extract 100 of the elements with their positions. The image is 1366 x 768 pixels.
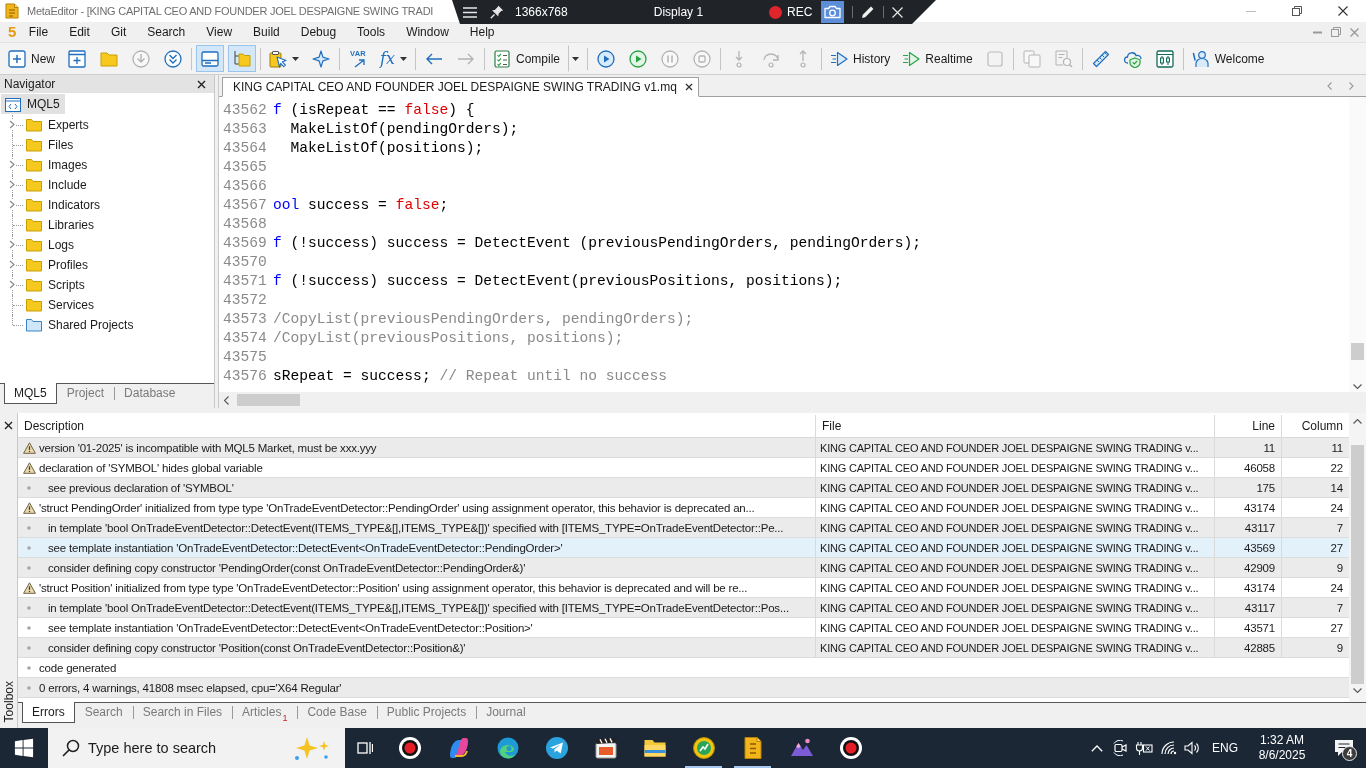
panel-tab[interactable]: Project xyxy=(56,383,115,404)
message-row[interactable]: see template instantiation 'OnTradeEventDetector::DetectEvent<OnTradeEventDetector::PendingOrder>' KING CAPITAL CEO AND FOUNDER JOEL DESPAIGNE SWING TRADING v... 43569 27 xyxy=(18,538,1349,558)
column-header[interactable]: Description xyxy=(18,415,815,437)
battery-plug-icon[interactable] xyxy=(1135,741,1154,755)
toolbar-button[interactable]: History xyxy=(826,45,895,72)
message-row[interactable]: see previous declaration of 'SYMBOL' KING CAPITAL CEO AND FOUNDER JOEL DESPAIGNE SWING TRADING v... 175 14 xyxy=(18,478,1349,498)
table-cell: 11 xyxy=(1214,438,1281,457)
tree-item[interactable]: Images xyxy=(22,154,93,175)
tree-item[interactable]: Experts xyxy=(22,114,94,135)
message-row[interactable] xyxy=(18,598,1349,618)
panel-tab[interactable]: Database xyxy=(114,383,186,404)
column-header[interactable]: Line xyxy=(1214,415,1281,437)
camera-icon[interactable] xyxy=(821,1,845,23)
wifi-icon[interactable] xyxy=(1161,741,1177,755)
scrollbar[interactable] xyxy=(1349,97,1366,392)
menu-item[interactable]: Window xyxy=(395,22,460,42)
message-row[interactable]: version '01-2025' is incompatible with MQL5 Market, must be xxx.yyy KING CAPITAL CEO AND FOUNDER JOEL DESPAIGNE SWING TRADING v... 11 11 xyxy=(18,438,1349,458)
tree-item[interactable]: Indicators xyxy=(22,194,106,215)
scrollbar-thumb[interactable] xyxy=(237,394,300,406)
message-row[interactable]: see template instantiation 'OnTradeEventDetector::DetectEvent<OnTradeEventDetector::Position>' KING CAPITAL CEO AND FOUNDER JOEL DESPAIGNE SWING TRADING v... 43571 27 xyxy=(18,618,1349,638)
menu-item[interactable]: Edit xyxy=(58,22,101,42)
chevron-right-icon[interactable] xyxy=(9,119,15,129)
folder-icon xyxy=(26,277,42,292)
message-row[interactable]: consider defining copy constructor 'Position(const OnTradeEventDetector::Position&)' KING CAPITAL CEO AND FOUNDER JOEL DESPAIGNE SWING TRADING v... 42885 9 xyxy=(18,638,1349,658)
close-icon[interactable] xyxy=(1338,6,1348,16)
swirl-logo-icon xyxy=(495,736,520,760)
message-row[interactable]: 0 errors, 4 warnings, 41808 msec elapsed, cpu='X64 Regular' xyxy=(18,678,1349,698)
line-number: 43573 xyxy=(222,310,268,327)
message-text: see previous declaration of 'SYMBOL' xyxy=(48,481,234,494)
close-icon[interactable] xyxy=(684,83,693,91)
message-row[interactable]: declaration of 'SYMBOL' hides global variable KING CAPITAL CEO AND FOUNDER JOEL DESPAIGNE SWING TRADING v... 46058 22 xyxy=(18,458,1349,478)
tree-item[interactable]: Include xyxy=(22,174,92,195)
table-cell: KING CAPITAL CEO AND FOUNDER JOEL DESPAIGNE SWING TRADING v... xyxy=(815,518,1214,537)
toolbar-button[interactable] xyxy=(196,45,224,72)
code-line: MakeListOf(positions); xyxy=(289,139,484,156)
restore-icon[interactable] xyxy=(1292,6,1302,16)
panel-tab[interactable]: Public Projects xyxy=(376,702,477,723)
pencil-icon[interactable] xyxy=(861,5,876,19)
menu-item[interactable]: Tools xyxy=(346,22,396,42)
webcam-icon[interactable] xyxy=(1112,740,1129,756)
date-text[interactable]: 8/6/2025 xyxy=(1258,748,1306,763)
chevron-down-icon[interactable] xyxy=(1353,384,1362,389)
chevron-up-icon[interactable] xyxy=(1353,419,1362,424)
toolbar-button[interactable]: fx xyxy=(376,45,411,72)
panel-tab[interactable]: Search in Files xyxy=(132,702,233,723)
scrollbar-thumb[interactable] xyxy=(1351,343,1364,360)
search-field[interactable]: Type here to search xyxy=(48,728,345,768)
tree-item[interactable]: MQL5 xyxy=(1,94,65,114)
menu-item[interactable]: Search xyxy=(136,22,196,42)
message-row[interactable]: consider defining copy constructor 'PendingOrder(const OnTradeEventDetector::PendingOrder&)' KING CAPITAL CEO AND FOUNDER JOEL DESPAIGNE SWING TRADING v... 42909 9 xyxy=(18,558,1349,578)
tree-item[interactable]: Logs xyxy=(22,234,80,255)
task-view-icon[interactable] xyxy=(357,740,373,756)
tree-item[interactable]: Profiles xyxy=(22,254,93,275)
chevron-right-icon[interactable] xyxy=(9,279,15,289)
message-row[interactable] xyxy=(18,518,1349,538)
message-row[interactable] xyxy=(18,578,1349,598)
chevron-right-icon[interactable] xyxy=(9,179,15,189)
tree-item[interactable]: Files xyxy=(22,134,79,155)
menu-item[interactable]: File xyxy=(18,22,59,42)
message-row[interactable] xyxy=(18,498,1349,518)
volume-icon[interactable] xyxy=(1184,741,1201,755)
pin-icon[interactable] xyxy=(490,5,504,19)
toolbar-button[interactable]: Compile xyxy=(488,45,564,72)
tree-item[interactable]: Services xyxy=(22,294,99,315)
menu-item[interactable]: Debug xyxy=(290,22,347,42)
toolbar-button[interactable]: Realtime xyxy=(898,45,977,72)
menu-icon[interactable] xyxy=(463,6,477,18)
menu-item[interactable]: Build xyxy=(242,22,291,42)
panel-tab[interactable]: Journal xyxy=(476,702,536,723)
tree-item[interactable]: Libraries xyxy=(22,214,100,235)
language-indicator[interactable]: ENG xyxy=(1212,741,1238,755)
close-icon[interactable] xyxy=(197,79,206,89)
scrollbar[interactable] xyxy=(219,392,1366,408)
menu-item[interactable]: View xyxy=(195,22,243,42)
panel-tab[interactable]: Search xyxy=(74,702,133,723)
column-header[interactable]: File xyxy=(815,415,1214,437)
chevron-right-icon[interactable] xyxy=(9,199,15,209)
toolbar-button[interactable]: New xyxy=(4,45,59,72)
panel-tab[interactable]: Articles$_{1}$ xyxy=(232,702,298,723)
panel-tab[interactable]: Errors xyxy=(22,702,75,723)
menu-item[interactable]: Help xyxy=(459,22,505,42)
toolbar-button[interactable]: Welcome xyxy=(1187,45,1269,72)
tree-item[interactable]: Scripts xyxy=(22,274,90,295)
scrollbar-thumb[interactable] xyxy=(1351,445,1364,684)
tree-item[interactable]: Shared Projects xyxy=(22,314,139,335)
chevron-down-icon[interactable] xyxy=(1353,688,1362,693)
document-tab[interactable]: KING CAPITAL CEO AND FOUNDER JOEL DESPAIGNE SWING TRADING v1.mq xyxy=(222,77,699,97)
chevron-left-icon[interactable] xyxy=(224,395,229,405)
panel-tab[interactable]: Code Base xyxy=(297,702,377,723)
menu-item[interactable]: Git xyxy=(100,22,137,42)
message-text: version '01-2025' is incompatible with MQL5 Market, must be xxx.yyy xyxy=(39,441,377,454)
time-text[interactable]: 1:32 AM xyxy=(1260,733,1304,748)
chevron-right-icon[interactable] xyxy=(9,239,15,249)
scrollbar[interactable] xyxy=(1349,413,1366,702)
start-icon[interactable] xyxy=(14,738,34,758)
close-icon[interactable] xyxy=(4,421,13,430)
panel-tab[interactable]: MQL5 xyxy=(4,383,57,404)
chevron-right-icon[interactable] xyxy=(9,259,15,269)
display-label[interactable]: Display 1 xyxy=(653,5,704,19)
chevron-right-icon[interactable] xyxy=(9,159,15,169)
